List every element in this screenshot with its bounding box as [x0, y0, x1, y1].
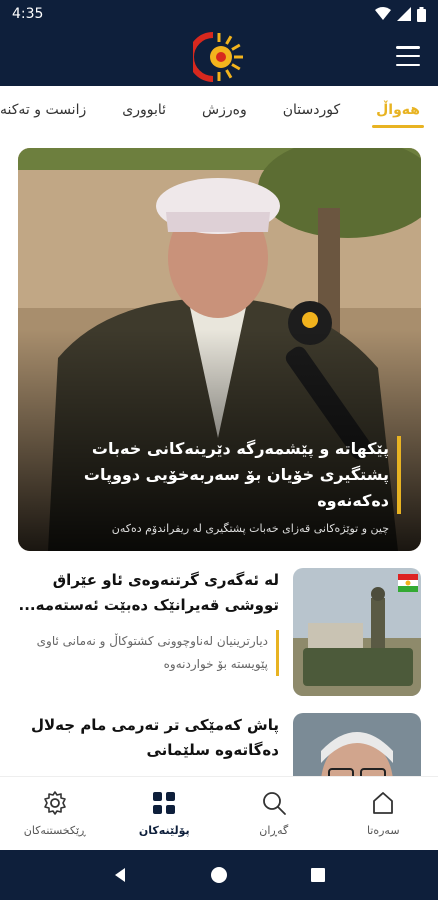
hero-title: پێکهاتە و پێشمەرگە دێرینەکانی خەبات پشتگ… [83, 439, 389, 510]
nav-home-label: سەرەتا [366, 824, 400, 837]
article-title: لە ئەگەری گرتنەوەی ئاو عێراق تووشی قەیرا… [18, 571, 279, 614]
signal-icon [397, 7, 411, 21]
nav-search-label: گەڕان [259, 824, 289, 837]
status-time: 4:35 [12, 6, 44, 22]
nav-categories-label: پۆلێنەکان [138, 824, 190, 837]
nav-settings-label: ڕێکخستنەکان [23, 824, 86, 837]
nav-settings[interactable]: ڕێکخستنەکان [0, 777, 110, 850]
recents-icon[interactable] [309, 866, 327, 884]
nav-categories[interactable]: پۆلێنەکان [110, 777, 220, 850]
rudaw-sun-logo[interactable] [193, 31, 245, 83]
nav-home[interactable]: سەرەتا [329, 777, 438, 850]
wifi-icon [375, 7, 391, 20]
article-thumbnail [293, 713, 421, 776]
article-body: پاش کەمێکی تر تەرمی مام جەلال دەگاتەوە س… [18, 713, 279, 763]
nav-search[interactable]: گەڕان [219, 777, 329, 850]
status-bar: 4:35 [0, 0, 438, 28]
search-icon [262, 792, 286, 815]
home-button-icon[interactable] [210, 866, 228, 884]
article-thumbnail [293, 568, 421, 696]
tab-sports[interactable]: وەرزش [184, 86, 265, 134]
hero-subtitle: چین و توێژەکانی قەزای خەبات پشتگیری لە ر… [111, 522, 389, 535]
article-title: پاش کەمێکی تر تەرمی مام جەلال دەگاتەوە س… [31, 716, 279, 759]
app-bar [0, 28, 438, 86]
system-navigation-bar [0, 850, 438, 900]
hamburger-icon-line [396, 54, 420, 58]
bottom-navigation: سەرەتا گەڕان پۆلێنەکان ڕێکخستنەکان [0, 776, 438, 850]
back-icon[interactable] [111, 866, 129, 884]
tab-news[interactable]: هەواڵ [358, 86, 438, 134]
news-feed[interactable]: پێکهاتە و پێشمەرگە دێرینەکانی خەبات پشتگ… [0, 134, 438, 776]
hero-text: پێکهاتە و پێشمەرگە دێرینەکانی خەبات پشتگ… [38, 436, 401, 535]
gear-icon [43, 791, 66, 815]
categories-grid-icon [153, 792, 176, 814]
category-tabs: هەواڵ کوردستان وەرزش ئابووری زانست و تەک… [0, 86, 438, 134]
battery-icon [417, 6, 426, 22]
article-body: لە ئەگەری گرتنەوەی ئاو عێراق تووشی قەیرا… [18, 568, 279, 676]
article-subtitle: دیارترینیان لەناوچوونی کشتوکاڵ و نەمانی … [36, 634, 268, 671]
menu-button[interactable] [396, 46, 420, 66]
status-icons [375, 6, 426, 22]
tab-economy[interactable]: ئابووری [104, 86, 184, 134]
article-card[interactable]: پاش کەمێکی تر تەرمی مام جەلال دەگاتەوە س… [18, 713, 421, 776]
hero-title-accent: پێکهاتە و پێشمەرگە دێرینەکانی خەبات پشتگ… [38, 436, 401, 514]
article-subtitle-accent: دیارترینیان لەناوچوونی کشتوکاڵ و نەمانی … [18, 630, 279, 676]
article-card[interactable]: لە ئەگەری گرتنەوەی ئاو عێراق تووشی قەیرا… [18, 568, 421, 696]
tab-kurdistan[interactable]: کوردستان [265, 86, 358, 134]
home-icon [373, 792, 394, 814]
hero-article-card[interactable]: پێکهاتە و پێشمەرگە دێرینەکانی خەبات پشتگ… [18, 148, 421, 551]
tab-science[interactable]: زانست و تەکنەلۆژیا [0, 86, 104, 134]
hamburger-icon-line [396, 63, 420, 66]
hamburger-icon-line [396, 46, 420, 49]
